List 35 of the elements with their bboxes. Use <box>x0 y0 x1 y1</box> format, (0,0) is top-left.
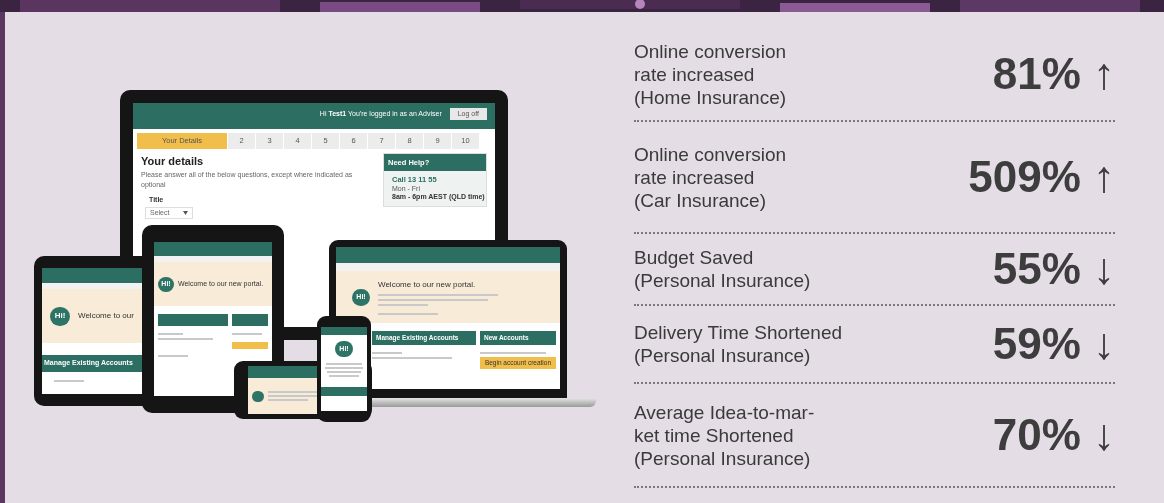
speech-bubble <box>252 390 264 402</box>
text-line <box>329 375 359 377</box>
text-line <box>326 363 362 365</box>
text-line <box>327 371 361 373</box>
stat-label: Delivery Time Shortened (Personal Insurance) <box>634 321 843 367</box>
text-line <box>372 351 402 354</box>
text-line <box>232 333 262 335</box>
stat-label: Online conversion rate increased (Home Insurance) <box>634 39 787 109</box>
page-heading: Your details <box>141 154 205 169</box>
text-line <box>158 355 188 357</box>
header-bar <box>321 327 367 335</box>
stat-value: 509% ↑ <box>968 151 1115 203</box>
stat-value: 70% ↓ <box>992 409 1115 461</box>
card-header <box>232 314 268 326</box>
stat-label: Online conversion rate increased (Car Insurance) <box>634 142 787 212</box>
text-line <box>480 351 546 354</box>
text-line <box>54 379 84 382</box>
card-header <box>158 314 228 326</box>
stat-value: 81% ↑ <box>992 48 1115 100</box>
text-line <box>158 338 213 340</box>
text-line <box>268 391 318 393</box>
stat-value: 59% ↓ <box>992 318 1115 370</box>
stat-label: Average Idea-to-mar- ket time Shortened (Personal Insurance) <box>634 400 815 470</box>
card-header <box>321 387 367 396</box>
caret-icon <box>183 211 188 215</box>
stat-value: 55% ↓ <box>992 243 1115 295</box>
text-line <box>268 399 308 401</box>
welcome-heading: Welcome to our <box>78 310 134 322</box>
text-line <box>325 367 363 369</box>
speech-bubble: Hi! <box>50 306 70 326</box>
text-line <box>378 313 438 315</box>
stat-label: Budget Saved (Personal Insurance) <box>634 246 811 292</box>
text-line <box>378 304 428 306</box>
welcome-heading: Welcome to our new portal. <box>378 279 477 291</box>
text-line <box>158 333 183 335</box>
